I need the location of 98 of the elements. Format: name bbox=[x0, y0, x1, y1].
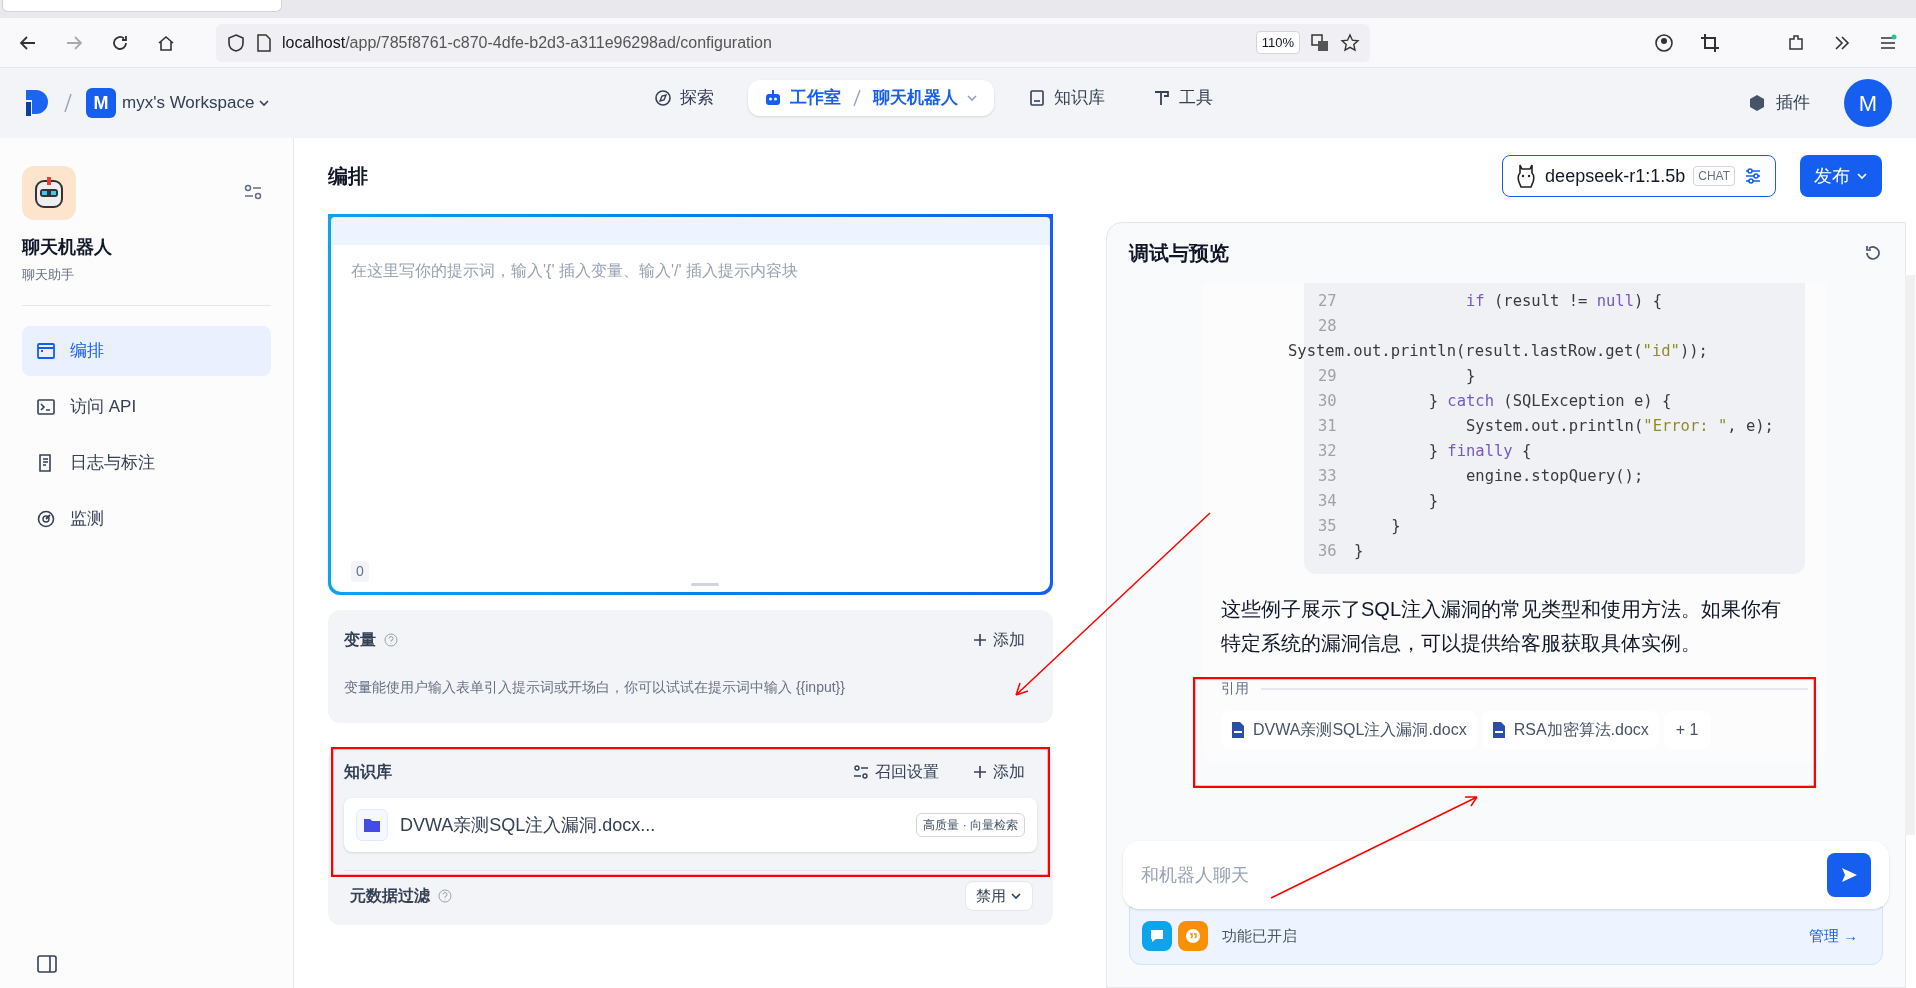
page-title: 编排 bbox=[328, 164, 368, 189]
send-button[interactable] bbox=[1827, 853, 1871, 897]
hammer-icon bbox=[1153, 89, 1171, 107]
sliders-icon bbox=[1743, 166, 1763, 186]
folder-icon bbox=[356, 809, 388, 841]
chat-bubble-icon bbox=[1142, 921, 1172, 951]
line-number: 28 bbox=[1318, 316, 1338, 337]
page-icon bbox=[256, 33, 272, 52]
model-selector[interactable]: deepseek-r1:1.5b CHAT bbox=[1502, 155, 1776, 197]
retrieval-settings-button[interactable]: 召回设置 bbox=[853, 760, 939, 784]
compass-icon bbox=[654, 89, 672, 107]
line-number: 35 bbox=[1318, 516, 1338, 537]
line-number: 34 bbox=[1318, 491, 1338, 512]
nav-tab[interactable]: 探索 bbox=[640, 80, 728, 116]
plugins-button[interactable]: 插件 bbox=[1748, 90, 1810, 116]
account-icon[interactable] bbox=[1654, 32, 1674, 53]
code-text: } bbox=[1390, 517, 1401, 535]
dataset-name: DVWA亲测SQL注入漏洞.docx... bbox=[400, 813, 657, 837]
address-bar[interactable]: localhost/app/785f8761-c870-4dfe-b2d3-a311e96298ad/configuration 110% bbox=[216, 23, 1370, 62]
settings-icon bbox=[853, 764, 869, 780]
workspace-switcher[interactable]: myx's Workspace bbox=[122, 90, 271, 116]
chevron-down-icon bbox=[966, 92, 978, 104]
nav-tab[interactable]: 工作室 聊天机器人 bbox=[748, 80, 994, 116]
line-number: 33 bbox=[1318, 466, 1338, 487]
knowledge-item[interactable]: DVWA亲测SQL注入漏洞.docx... 高质量 · 向量检索 bbox=[344, 798, 1037, 852]
app-icon bbox=[22, 166, 76, 220]
separator-icon bbox=[64, 93, 72, 113]
send-icon bbox=[1839, 865, 1859, 885]
extensions-icon[interactable] bbox=[1786, 32, 1806, 53]
line-number: 30 bbox=[1318, 391, 1338, 412]
quote-icon bbox=[1178, 921, 1208, 951]
line-number: 36 bbox=[1318, 541, 1338, 562]
line-number: 32 bbox=[1318, 441, 1338, 462]
sidebar-item[interactable]: 日志与标注 bbox=[22, 437, 271, 488]
model-name: deepseek-r1:1.5b bbox=[1545, 164, 1686, 188]
cube-icon bbox=[1748, 94, 1766, 112]
collapse-icon[interactable] bbox=[36, 954, 58, 974]
url-text: localhost/app/785f8761-c870-4dfe-b2d3-a311e96298ad/configuration bbox=[282, 32, 772, 53]
logo-icon[interactable] bbox=[24, 88, 50, 118]
line-number: 29 bbox=[1318, 366, 1338, 387]
line-number: 31 bbox=[1318, 416, 1338, 437]
plus-icon bbox=[973, 633, 987, 647]
settings-icon[interactable] bbox=[243, 182, 263, 202]
add-button[interactable]: 添加 bbox=[973, 760, 1025, 784]
chevron-down-icon bbox=[1010, 890, 1022, 902]
chevron-down-icon bbox=[258, 97, 271, 109]
workspace-avatar: M bbox=[86, 88, 116, 118]
filter-dropdown[interactable]: 禁用 bbox=[965, 881, 1033, 911]
star-icon[interactable] bbox=[1340, 32, 1360, 53]
section-title: 知识库 bbox=[344, 762, 392, 782]
layout-icon bbox=[36, 340, 56, 361]
nav-tab[interactable]: 知识库 bbox=[1014, 80, 1119, 116]
add-button[interactable]: 添加 bbox=[973, 628, 1025, 652]
code-text: } catch (SQLException e) { bbox=[1427, 392, 1672, 410]
terminal-icon bbox=[36, 396, 56, 417]
citations-label: 引用 bbox=[1221, 679, 1249, 698]
code-text: } bbox=[1354, 542, 1364, 560]
gauge-icon bbox=[36, 508, 56, 529]
character-count: 0 bbox=[351, 561, 369, 582]
separator-icon bbox=[853, 89, 861, 107]
code-text: engine.stopQuery(); bbox=[1464, 467, 1644, 485]
model-mode-badge: CHAT bbox=[1693, 166, 1735, 186]
code-text: System.out.println("Error: ", e); bbox=[1464, 417, 1774, 435]
chevron-down-icon bbox=[1856, 170, 1868, 182]
shield-icon bbox=[226, 32, 246, 53]
scrollbar[interactable] bbox=[1905, 275, 1915, 835]
app-type: 聊天助手 bbox=[22, 266, 75, 284]
sidebar-item[interactable]: 编排 bbox=[22, 325, 271, 376]
crop-icon[interactable] bbox=[1700, 32, 1720, 53]
docx-file-icon bbox=[1491, 721, 1506, 739]
plus-icon bbox=[973, 765, 987, 779]
book-icon bbox=[1028, 89, 1046, 107]
code-text: System.out.println(result.lastRow.get("id")); bbox=[1288, 342, 1708, 360]
answer-text: 这些例子展示了SQL注入漏洞的常见类型和使用方法。如果你有特定系统的漏洞信息，可以提供给客服获取具体实例。 bbox=[1221, 597, 1783, 656]
section-title: 元数据过滤 bbox=[350, 886, 430, 906]
code-text: } bbox=[1464, 367, 1476, 385]
index-tag: 高质量 · 向量检索 bbox=[916, 813, 1025, 837]
line-number: 27 bbox=[1318, 291, 1338, 312]
resize-handle[interactable] bbox=[690, 583, 719, 586]
sidebar-item[interactable]: 访问 API bbox=[22, 381, 271, 432]
manage-link[interactable]: 管理 → bbox=[1808, 924, 1858, 948]
docx-file-icon bbox=[1231, 721, 1245, 739]
publish-button[interactable]: 发布 bbox=[1800, 155, 1882, 197]
features-status: 功能已开启 bbox=[1222, 925, 1297, 946]
robot-icon bbox=[764, 89, 782, 107]
panel-title: 调试与预览 bbox=[1129, 241, 1229, 266]
translate-icon[interactable] bbox=[1310, 32, 1330, 53]
nav-tab[interactable]: 工具 bbox=[1139, 80, 1227, 116]
app-name: 聊天机器人 bbox=[22, 236, 113, 259]
code-text: } bbox=[1427, 492, 1438, 510]
user-avatar[interactable]: M bbox=[1844, 79, 1892, 127]
section-title: 变量 bbox=[344, 630, 376, 650]
zoom-badge[interactable]: 110% bbox=[1255, 30, 1300, 55]
variables-description: 变量能使用户输入表单引入提示词或开场白，你可以试试在提示词中输入 {{input}} bbox=[344, 678, 846, 697]
code-text: } finally { bbox=[1427, 442, 1532, 460]
sidebar-item[interactable]: 监测 bbox=[22, 493, 271, 544]
code-text: if (result != null) { bbox=[1464, 292, 1662, 310]
reset-icon[interactable] bbox=[1863, 243, 1883, 263]
